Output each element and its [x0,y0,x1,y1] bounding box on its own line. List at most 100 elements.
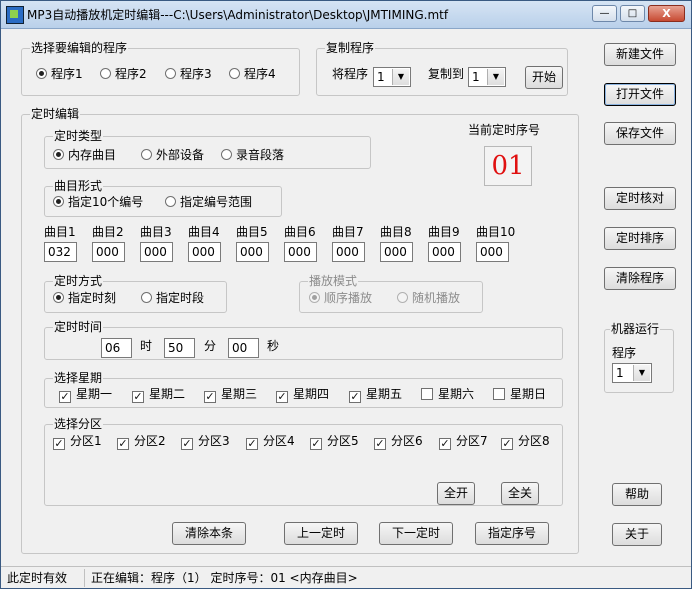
timing-mode-radio-1[interactable]: 指定时刻 [53,291,116,306]
weekday-checkbox-6[interactable]: 星期六 [421,387,474,402]
radio-dot-icon[interactable] [141,149,152,160]
program-radio-3[interactable]: 程序3 [165,67,212,82]
zone-checkbox-5[interactable]: ✓ 分区5 [310,434,359,450]
program-radio-label: 程序2 [115,67,147,81]
checkbox-icon[interactable]: ✓ [501,438,513,450]
app-icon[interactable] [6,6,24,24]
checkbox-icon[interactable]: ✓ [349,391,361,403]
close-window-button[interactable]: X [648,5,685,22]
weekday-checkbox-3[interactable]: ✓ 星期三 [204,387,257,403]
timing-mode-radio-2[interactable]: 指定时段 [141,291,204,306]
checkbox-icon[interactable]: ✓ [59,391,71,403]
zones-all-on-button[interactable]: 全开 [437,482,475,505]
go-to-seq-button[interactable]: 指定序号 [475,522,549,545]
radio-dot-icon[interactable] [165,68,176,79]
zones-all-off-button[interactable]: 全关 [501,482,539,505]
copy-start-button[interactable]: 开始 [525,66,563,89]
checkbox-icon[interactable]: ✓ [276,391,288,403]
copy-from-label: 将程序 [332,67,369,81]
minimize-button[interactable]: — [592,5,617,22]
checkbox-icon[interactable] [493,388,505,400]
zone-checkbox-6[interactable]: ✓ 分区6 [374,434,423,450]
radio-dot-icon[interactable] [53,149,64,160]
chevron-down-icon[interactable]: ▼ [487,69,504,85]
track-input-7[interactable]: 000 [332,242,365,262]
title-bar[interactable]: MP3自动播放机定时编辑---C:\Users\Administrator\De… [1,1,691,29]
checkbox-icon[interactable]: ✓ [310,438,322,450]
zone-checkbox-2[interactable]: ✓ 分区2 [117,434,166,450]
radio-dot-icon[interactable] [36,68,47,79]
weekday-checkbox-2[interactable]: ✓ 星期二 [132,387,185,403]
new-file-button[interactable]: 新建文件 [604,43,676,66]
track-input-2[interactable]: 000 [92,242,125,262]
track-label-6: 曲目6 [284,225,316,239]
track-input-6[interactable]: 000 [284,242,317,262]
track-form-radio-1[interactable]: 指定10个编号 [53,195,143,210]
timing-type-radio-3[interactable]: 录音段落 [221,148,284,163]
program-radio-2[interactable]: 程序2 [100,67,147,82]
radio-dot-icon[interactable] [53,292,64,303]
checkbox-icon[interactable]: ✓ [132,391,144,403]
chevron-down-icon[interactable]: ▼ [633,365,650,381]
checkbox-icon[interactable]: ✓ [439,438,451,450]
chevron-down-icon[interactable]: ▼ [392,69,409,85]
program-radio-1[interactable]: 程序1 [36,67,83,82]
timing-check-button[interactable]: 定时核对 [604,187,676,210]
help-button[interactable]: 帮助 [612,483,662,506]
weekday-checkbox-5[interactable]: ✓ 星期五 [349,387,402,403]
hour-input[interactable]: 06 [101,338,132,358]
weekday-checkbox-1[interactable]: ✓ 星期一 [59,387,112,403]
copy-from-select[interactable]: 1 ▼ [373,67,411,87]
machine-program-select[interactable]: 1 ▼ [612,363,652,383]
zone-checkbox-7[interactable]: ✓ 分区7 [439,434,488,450]
checkbox-icon[interactable] [421,388,433,400]
timing-type-radio-label: 录音段落 [236,148,285,162]
weekday-checkbox-label: 星期四 [293,387,330,401]
weekday-checkbox-4[interactable]: ✓ 星期四 [276,387,330,403]
clear-entry-button[interactable]: 清除本条 [172,522,246,545]
program-radio-label: 程序4 [244,67,276,81]
radio-dot-icon[interactable] [100,68,111,79]
track-input-3[interactable]: 000 [140,242,173,262]
timing-type-radio-2[interactable]: 外部设备 [141,148,204,163]
zone-checkbox-4[interactable]: ✓ 分区4 [246,434,295,450]
clear-program-button[interactable]: 清除程序 [604,267,676,290]
zone-checkbox-8[interactable]: ✓ 分区8 [501,434,550,450]
checkbox-icon[interactable]: ✓ [204,391,216,403]
weekday-checkbox-7[interactable]: 星期日 [493,387,546,402]
radio-dot-icon[interactable] [229,68,240,79]
checkbox-icon[interactable]: ✓ [53,438,65,450]
checkbox-icon[interactable]: ✓ [181,438,193,450]
track-input-8[interactable]: 000 [380,242,413,262]
minute-input[interactable]: 50 [164,338,195,358]
track-input-5[interactable]: 000 [236,242,269,262]
track-input-10[interactable]: 000 [476,242,509,262]
checkbox-icon[interactable]: ✓ [246,438,258,450]
track-input-1[interactable]: 032 [44,242,77,262]
open-file-button[interactable]: 打开文件 [604,83,676,106]
about-button[interactable]: 关于 [612,523,662,546]
zone-checkbox-1[interactable]: ✓ 分区1 [53,434,102,450]
radio-dot-icon[interactable] [141,292,152,303]
radio-dot-icon[interactable] [165,196,176,207]
track-input-4[interactable]: 000 [188,242,221,262]
second-input[interactable]: 00 [228,338,259,358]
checkbox-icon[interactable]: ✓ [117,438,129,450]
track-form-radio-2[interactable]: 指定编号范围 [165,195,252,210]
maximize-button[interactable]: □ [620,5,645,22]
radio-dot-icon [309,292,320,303]
checkbox-icon[interactable]: ✓ [374,438,386,450]
radio-dot-icon[interactable] [53,196,64,207]
maximize-icon: □ [627,8,638,19]
save-file-button[interactable]: 保存文件 [604,122,676,145]
track-input-9[interactable]: 000 [428,242,461,262]
copy-to-select[interactable]: 1 ▼ [468,67,506,87]
prev-timing-button[interactable]: 上一定时 [284,522,358,545]
radio-dot-icon[interactable] [221,149,232,160]
zone-checkbox-3[interactable]: ✓ 分区3 [181,434,230,450]
next-timing-button[interactable]: 下一定时 [379,522,453,545]
play-mode-radio-label: 随机播放 [412,291,461,305]
program-radio-4[interactable]: 程序4 [229,67,276,82]
timing-type-radio-1[interactable]: 内存曲目 [53,148,116,163]
timing-sort-button[interactable]: 定时排序 [604,227,676,250]
